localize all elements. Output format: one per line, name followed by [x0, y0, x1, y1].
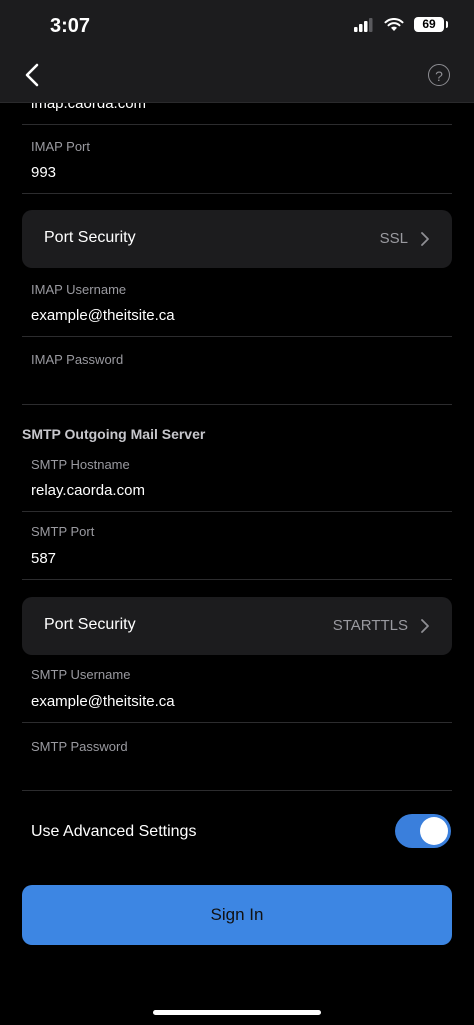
status-time: 3:07: [50, 15, 91, 37]
divider: [22, 579, 452, 580]
smtp-hostname-field[interactable]: relay.caorda.com: [31, 482, 145, 499]
imap-port-security-row[interactable]: Port Security SSL: [22, 210, 452, 268]
status-icons: 69: [354, 17, 448, 32]
smtp-port-label: SMTP Port: [31, 524, 95, 539]
divider: [22, 124, 452, 125]
imap-port-label: IMAP Port: [31, 139, 91, 154]
divider: [22, 404, 452, 405]
navigation-bar: ?: [0, 50, 474, 103]
sign-in-button[interactable]: Sign In: [22, 885, 452, 945]
imap-password-field[interactable]: [31, 377, 451, 397]
port-security-label: Port Security: [44, 616, 136, 633]
imap-username-label: IMAP Username: [31, 282, 127, 297]
smtp-hostname-label: SMTP Hostname: [31, 457, 130, 472]
smtp-section-title: SMTP Outgoing Mail Server: [22, 426, 206, 442]
home-indicator: [153, 1010, 321, 1015]
smtp-username-field[interactable]: example@theitsite.ca: [31, 693, 175, 710]
status-bar: 3:07 69: [0, 0, 474, 50]
imap-username-field[interactable]: example@theitsite.ca: [31, 307, 175, 324]
smtp-username-label: SMTP Username: [31, 667, 131, 682]
smtp-port-field[interactable]: 587: [31, 550, 56, 567]
divider: [22, 511, 452, 512]
advanced-settings-toggle[interactable]: [395, 814, 451, 848]
wifi-icon: [384, 17, 404, 31]
toggle-knob: [420, 817, 448, 845]
divider: [22, 336, 452, 337]
help-icon[interactable]: ?: [428, 64, 450, 86]
port-security-label: Port Security: [44, 229, 136, 246]
smtp-port-security-row[interactable]: Port Security STARTTLS: [22, 597, 452, 655]
port-security-value: STARTTLS: [332, 617, 408, 634]
divider: [22, 193, 452, 194]
port-security-value: SSL: [379, 230, 408, 247]
chevron-right-icon: [421, 232, 429, 246]
divider: [22, 722, 452, 723]
battery-icon: 69: [414, 17, 448, 32]
cellular-signal-icon: [354, 17, 373, 32]
smtp-password-field[interactable]: [31, 763, 451, 783]
imap-password-label: IMAP Password: [31, 352, 124, 367]
settings-form: imap.caorda.com IMAP Port 993 Port Secur…: [0, 0, 474, 1025]
advanced-settings-label: Use Advanced Settings: [31, 823, 197, 840]
divider: [22, 790, 452, 791]
imap-port-value[interactable]: 993: [31, 164, 56, 181]
chevron-left-icon[interactable]: [18, 60, 48, 90]
smtp-password-label: SMTP Password: [31, 739, 128, 754]
chevron-right-icon: [421, 619, 429, 633]
